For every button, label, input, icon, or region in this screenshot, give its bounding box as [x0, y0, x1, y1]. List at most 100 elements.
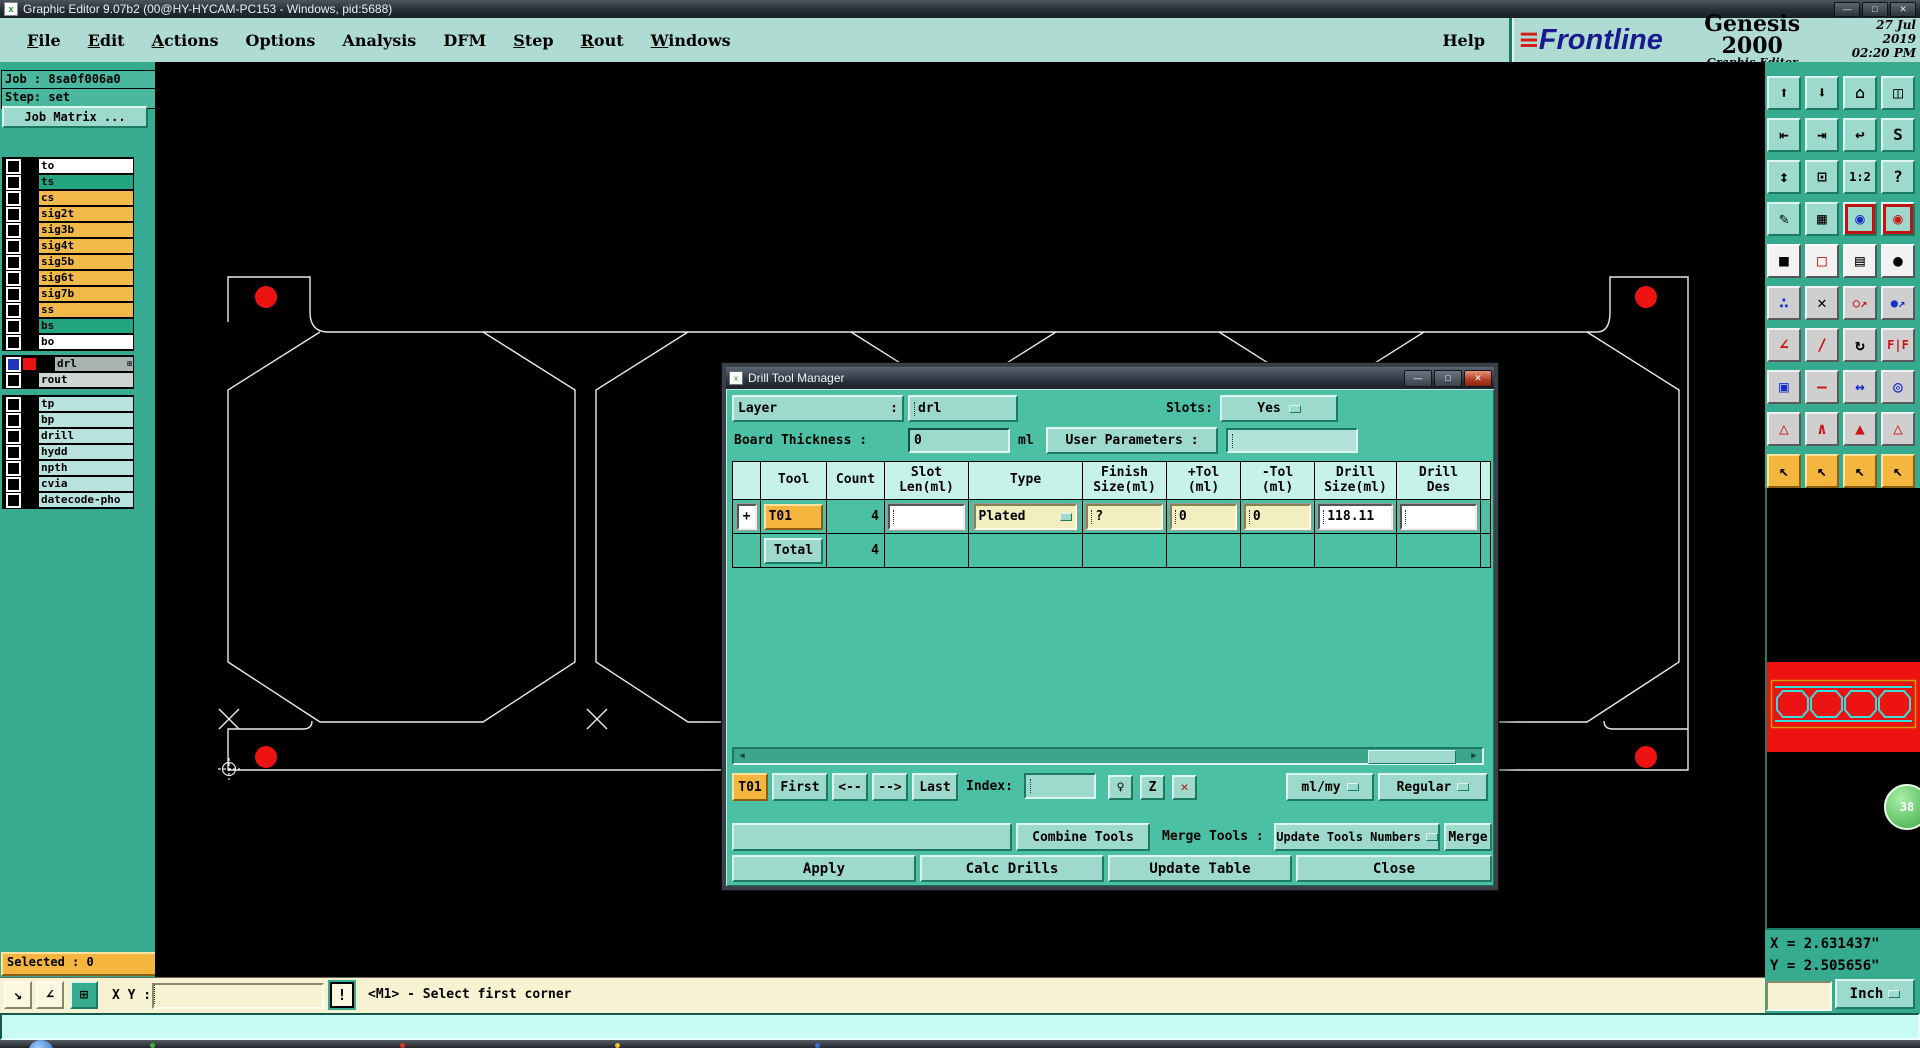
layer-row[interactable]: sig6t — [3, 270, 133, 286]
zoom-ratio-icon[interactable]: 1:2 — [1843, 160, 1877, 194]
board-thickness-input[interactable]: 0 — [908, 428, 1010, 453]
undo-view-icon[interactable]: ↩ — [1843, 118, 1877, 152]
layer-row[interactable]: ss — [3, 302, 133, 318]
tool-id-button[interactable]: T01 — [763, 503, 824, 530]
layer-context-icon[interactable]: ⊞ — [127, 360, 132, 368]
menu-help[interactable]: Help — [1442, 31, 1485, 50]
truncate-b-icon[interactable]: ∧ — [1805, 412, 1839, 446]
layer-visibility-checkbox[interactable] — [6, 174, 21, 190]
layer-visibility-checkbox[interactable] — [6, 318, 21, 334]
layer-row[interactable]: drill — [3, 428, 133, 444]
layer-row[interactable]: rout — [3, 372, 133, 388]
minimize-icon[interactable]: — — [1834, 1, 1860, 17]
user-parameters-input[interactable] — [1226, 428, 1358, 453]
copy-pad-icon[interactable]: ▣ — [1767, 370, 1801, 404]
move-open-icon[interactable]: ○↗ — [1843, 286, 1877, 320]
alert-icon[interactable]: ! — [330, 982, 354, 1008]
job-matrix-button[interactable]: Job Matrix ... — [2, 106, 148, 128]
angle-meter-icon[interactable]: ∠ — [36, 981, 64, 1009]
taskbar-app-icon[interactable] — [815, 1043, 820, 1048]
maximize-icon[interactable]: □ — [1862, 1, 1888, 17]
layer-visibility-checkbox[interactable] — [6, 412, 21, 428]
layer-row[interactable]: sig2t — [3, 206, 133, 222]
merge-button[interactable]: Merge — [1444, 823, 1492, 851]
resize-box-icon[interactable]: ↘ — [4, 981, 32, 1009]
drill-des-input[interactable] — [1400, 503, 1477, 530]
merge-option-dropdown[interactable]: Update Tools Numbers — [1274, 823, 1440, 851]
layer-row[interactable]: sig7b — [3, 286, 133, 302]
dialog-close-icon[interactable]: ✕ — [1464, 369, 1492, 387]
reshape-icon[interactable]: □ — [1805, 244, 1839, 278]
xy-input[interactable] — [152, 983, 324, 1009]
layer-color-chip[interactable] — [23, 358, 36, 370]
layer-row[interactable]: tp — [3, 396, 133, 412]
select-cursor-icon[interactable]: ↖ — [1767, 454, 1801, 488]
layer-row[interactable]: to — [3, 158, 133, 174]
layer-button[interactable]: Layer: — [732, 395, 904, 422]
ruler-icon[interactable]: ▤ — [1843, 244, 1877, 278]
layer-visibility-checkbox[interactable] — [6, 334, 21, 350]
select-net-icon[interactable]: ↖ — [1881, 454, 1915, 488]
layer-row-drl-selected[interactable]: drl ⊞ — [3, 356, 133, 372]
layer-visibility-checkbox[interactable] — [6, 492, 21, 508]
drill-size-input[interactable]: 118.11 — [1318, 503, 1393, 530]
user-parameters-button[interactable]: User Parameters : — [1046, 427, 1218, 454]
layer-row[interactable]: npth — [3, 460, 133, 476]
chain-select-icon[interactable]: ∴ — [1767, 286, 1801, 320]
layer-visibility-checkbox[interactable] — [6, 190, 21, 206]
zoom-center-icon[interactable]: ⊡ — [1805, 160, 1839, 194]
layer-row[interactable]: sig5b — [3, 254, 133, 270]
pan-right-icon[interactable]: ⇥ — [1805, 118, 1839, 152]
prev-button[interactable]: <-- — [832, 773, 868, 801]
layer-visibility-checkbox[interactable] — [6, 158, 21, 174]
layer-row[interactable]: sig4t — [3, 238, 133, 254]
taskbar-app-icon[interactable] — [150, 1043, 155, 1048]
menu-edit[interactable]: Edit — [88, 31, 125, 50]
angle-icon[interactable]: ∠ — [1767, 328, 1801, 362]
highlight-bulb-icon[interactable]: ♀ — [1108, 775, 1133, 800]
scrollbar-thumb[interactable] — [1368, 750, 1456, 764]
window-xy-icon[interactable]: ◫ — [1881, 76, 1915, 110]
pan-left-icon[interactable]: ⇤ — [1767, 118, 1801, 152]
layer-visibility-checkbox[interactable] — [6, 206, 21, 222]
layer-row[interactable]: bp — [3, 412, 133, 428]
layer-name-input[interactable]: drl — [908, 395, 1018, 422]
layer-visibility-checkbox[interactable] — [6, 254, 21, 270]
layer-row[interactable]: ts — [3, 174, 133, 190]
layer-visibility-checkbox[interactable] — [6, 372, 21, 388]
layer-visibility-checkbox[interactable] — [6, 428, 21, 444]
combine-tools-button[interactable]: Combine Tools — [1016, 823, 1150, 851]
negative-mode-icon[interactable]: ■ — [1767, 244, 1801, 278]
measure-gap-icon[interactable]: ↔ — [1843, 370, 1877, 404]
horizontal-scrollbar[interactable]: ◀ ▶ — [732, 747, 1484, 765]
first-button[interactable]: First — [772, 773, 828, 801]
layer-visibility-checkbox[interactable] — [6, 222, 21, 238]
home-view-icon[interactable]: ⌂ — [1843, 76, 1877, 110]
dialog-titlebar[interactable]: x Drill Tool Manager — □ ✕ — [726, 367, 1494, 389]
taskbar-app-icon[interactable] — [400, 1043, 405, 1048]
stretch-line-icon[interactable]: — — [1805, 370, 1839, 404]
layer-visibility-checkbox[interactable] — [6, 444, 21, 460]
menu-rout[interactable]: Rout — [581, 31, 624, 50]
scroll-left-icon[interactable]: ◀ — [735, 750, 749, 762]
taskbar-app-icon[interactable] — [615, 1043, 620, 1048]
layer-visibility-checkbox[interactable] — [6, 270, 21, 286]
path-s-icon[interactable]: S — [1881, 118, 1915, 152]
minimap-panel[interactable] — [1765, 488, 1920, 928]
layer-row[interactable]: bo — [3, 334, 133, 350]
setup-tools-icon[interactable]: ✎ — [1767, 202, 1801, 236]
units-mode-dropdown[interactable]: ml/my — [1286, 773, 1374, 801]
layer-visibility-checkbox[interactable] — [6, 396, 21, 412]
layer-row[interactable]: cs — [3, 190, 133, 206]
display-mode-dropdown[interactable]: Regular — [1378, 773, 1488, 801]
update-table-button[interactable]: Update Table — [1108, 855, 1292, 882]
row-handle-icon[interactable]: + — [736, 503, 757, 530]
menu-options[interactable]: Options — [246, 31, 316, 50]
units-dropdown[interactable]: Inch — [1835, 979, 1915, 1009]
layer-row[interactable]: cvia — [3, 476, 133, 492]
index-input[interactable] — [1024, 773, 1096, 799]
zoom-fit-icon[interactable]: ↕ — [1767, 160, 1801, 194]
plus-tol-input[interactable]: 0 — [1169, 503, 1238, 530]
menu-windows[interactable]: Windows — [651, 31, 731, 50]
delete-vertex-icon[interactable]: ✕ — [1805, 286, 1839, 320]
